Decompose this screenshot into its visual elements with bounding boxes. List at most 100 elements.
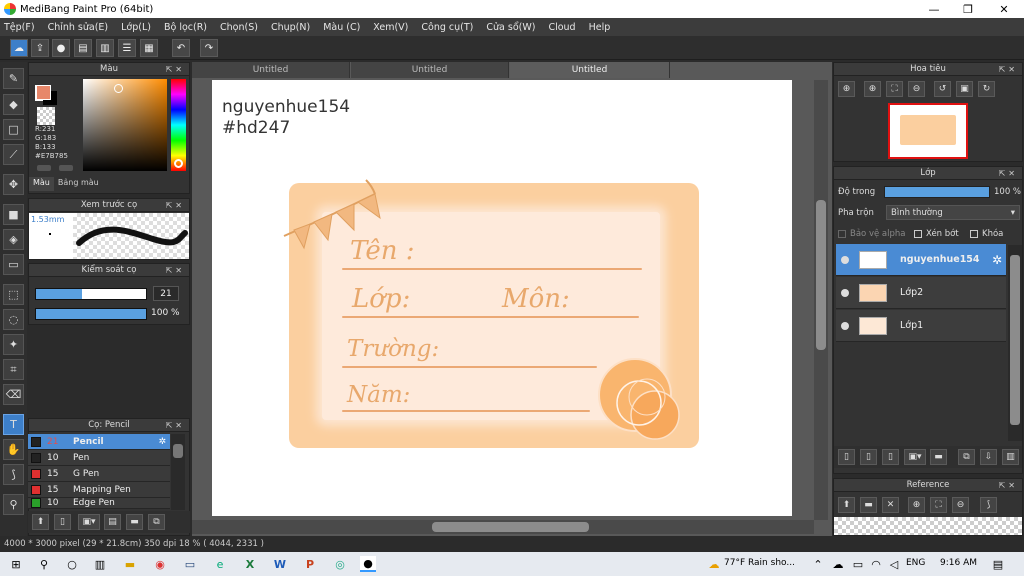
network-icon[interactable]: ▭ [850,556,866,572]
menu-color[interactable]: Màu (C) [323,22,360,33]
layer-delete-icon[interactable]: ▥ [1002,449,1019,465]
reference-fit-icon[interactable]: ⛶ [930,497,947,513]
share-icon[interactable]: ⇪ [31,39,49,57]
add-brush-menu-icon[interactable]: ▣▾ [78,514,100,530]
eyedropper-tool-icon[interactable]: ⟆ [3,464,24,485]
halftone-layer-icon[interactable]: ▯ [882,449,899,465]
layer-copy-icon[interactable]: ⧉ [958,449,975,465]
layer-row[interactable]: Lớp1 [836,310,1006,342]
select-eraser-icon[interactable]: ⌫ [3,384,24,405]
menu-view[interactable]: Xem(V) [373,22,408,33]
hue-cursor-icon[interactable] [174,159,183,168]
lock-checkbox[interactable] [970,230,978,238]
menu-tools[interactable]: Công cụ(T) [421,22,473,33]
chevron-up-icon[interactable]: ⌃ [810,556,826,572]
search-icon[interactable]: ⚲ [36,556,52,572]
brush-copy-icon[interactable]: ⧉ [148,514,165,530]
minimize-button[interactable]: — [916,0,952,18]
reference-zoom-out-icon[interactable]: ⊖ [952,497,969,513]
rotate-left-icon[interactable]: ↺ [934,81,951,97]
document-canvas[interactable]: nguyenhue154 #hd247 Tên : Lớp: Môn: Trườ… [212,80,792,516]
tab-untitled-3[interactable]: Untitled [510,62,670,78]
volume-icon[interactable]: ◁ [886,556,902,572]
gradient-tool-icon[interactable]: ▭ [3,254,24,275]
brush-settings-icon[interactable]: ▤ [104,514,121,530]
lasso-tool-icon[interactable]: ◌ [3,309,24,330]
reference-folder-icon[interactable]: ▬ [860,497,877,513]
bucket-tool-icon[interactable]: ◈ [3,229,24,250]
tab-color[interactable]: Màu [29,177,54,191]
document-icon[interactable]: ▥ [96,39,114,57]
gear-icon[interactable]: ✲ [158,437,166,447]
brush-size-slider[interactable] [35,288,147,300]
hand-tool-icon[interactable]: ✋ [3,439,24,460]
layer-menu-icon[interactable]: ▣▾ [904,449,926,465]
select-pen-icon[interactable]: ⌗ [3,359,24,380]
reference-zoom-in-icon[interactable]: ⊕ [908,497,925,513]
wifi-icon[interactable]: ◠ [868,556,884,572]
brush-item[interactable]: 21 Pencil ✲ [28,434,170,450]
language-indicator[interactable]: ENG [906,558,925,568]
layer-row[interactable]: Lớp2 [836,277,1006,309]
layer-opacity-slider[interactable] [884,186,990,198]
fill-rect-tool-icon[interactable]: ■ [3,204,24,225]
app-icon[interactable]: ◉ [152,556,168,572]
layer-row[interactable]: nguyenhue154 ✲ [836,244,1006,276]
rectangle-tool-icon[interactable]: □ [3,119,24,140]
hue-slider[interactable] [171,79,186,171]
magic-wand-icon[interactable]: ✦ [3,334,24,355]
swatch-remove-icon[interactable] [59,165,73,171]
excel-icon[interactable]: X [242,556,258,572]
chrome-icon[interactable]: ◎ [332,556,348,572]
eye-icon[interactable] [841,255,849,264]
menu-file[interactable]: Tệp(F) [4,22,35,33]
fit-icon[interactable]: ⛶ [886,81,903,97]
protect-alpha-checkbox[interactable] [838,230,846,238]
picker-cursor-icon[interactable] [114,84,123,93]
clip-checkbox[interactable] [914,230,922,238]
powerpoint-icon[interactable]: P [302,556,318,572]
new-brush-icon[interactable]: ▯ [54,514,71,530]
canvas-vertical-scrollbar[interactable] [814,80,828,520]
gear-icon[interactable]: ✲ [992,253,1002,267]
layer-folder-icon[interactable]: ▬ [930,449,947,465]
medibang-taskbar-icon[interactable]: ● [360,556,376,572]
menu-window[interactable]: Cửa sổ(W) [486,22,535,33]
new-layer-icon[interactable]: ▯ [838,449,855,465]
text-tool-icon[interactable]: T [3,414,24,435]
grid-icon[interactable]: ▦ [140,39,158,57]
reference-close-icon[interactable]: ✕ [882,497,899,513]
fullscreen-icon[interactable]: ▣ [956,81,973,97]
pc-icon[interactable]: ▭ [182,556,198,572]
eye-icon[interactable] [841,288,849,297]
tab-untitled-1[interactable]: Untitled [192,62,350,78]
dropper-tool-icon[interactable]: ⚲ [3,494,24,515]
edge-icon[interactable]: e [212,556,228,572]
navigator-thumbnail[interactable] [888,103,968,159]
comment-icon[interactable]: ● [52,39,70,57]
layer-scrollbar[interactable] [1008,245,1022,441]
rotate-right-icon[interactable]: ↻ [978,81,995,97]
menu-filter[interactable]: Bộ lọc(R) [164,22,207,33]
zoom-in-icon[interactable]: ⊕ [838,81,855,97]
clock[interactable]: 9:16 AM [940,558,977,568]
weather-text[interactable]: 77°F Rain sho... [724,558,795,568]
saturation-value-picker[interactable] [83,79,167,171]
close-button[interactable]: ✕ [986,0,1022,18]
menu-help[interactable]: Help [589,22,611,33]
brush-item[interactable]: 10 Pen [28,450,170,466]
menu-select[interactable]: Chọn(S) [220,22,258,33]
blend-mode-select[interactable]: Bình thường ▾ [886,205,1020,220]
line-tool-icon[interactable]: ⟋ [3,144,24,165]
transparent-color-icon[interactable] [37,107,55,125]
brush-size-input[interactable]: 21 [153,286,179,301]
brush-item[interactable]: 10 Edge Pen [28,498,170,509]
task-view-icon[interactable]: ▥ [92,556,108,572]
cloud-icon[interactable]: ☁ [10,39,28,57]
layer-merge-icon[interactable]: ⇩ [980,449,997,465]
swatch-add-icon[interactable] [37,165,51,171]
brush-list-scrollbar[interactable] [171,434,185,510]
reference-eyedropper-icon[interactable]: ⟆ [980,497,997,513]
tab-palette[interactable]: Bảng màu [54,177,103,191]
word-icon[interactable]: W [272,556,288,572]
